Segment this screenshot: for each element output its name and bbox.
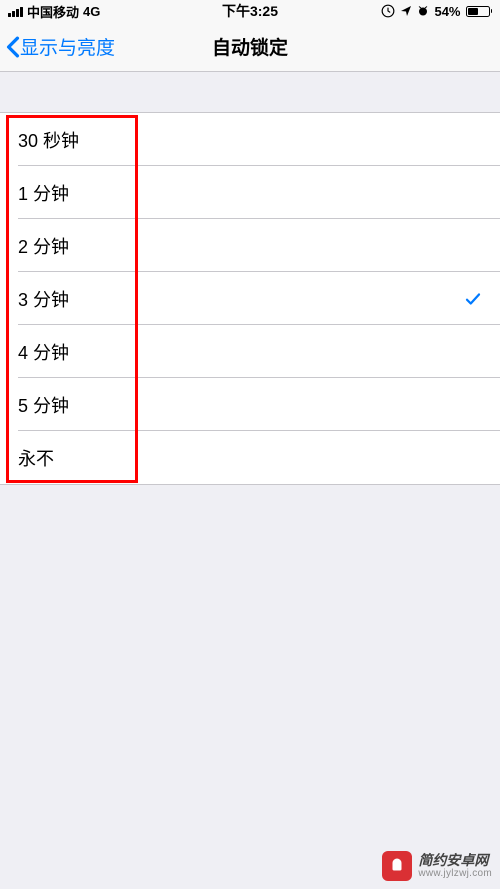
battery-percent: 54% — [434, 4, 460, 19]
status-left: 中国移动 4G — [8, 2, 100, 21]
status-bar: 中国移动 4G 下午3:25 54% — [0, 0, 500, 22]
alarm-icon — [417, 5, 429, 17]
option-row[interactable]: 2 分钟 — [0, 219, 500, 272]
page-title: 自动锁定 — [212, 33, 288, 60]
nav-bar: 显示与亮度 自动锁定 — [0, 22, 500, 72]
signal-icon — [8, 6, 23, 17]
option-row[interactable]: 3 分钟 — [0, 272, 500, 325]
options-list: 30 秒钟 1 分钟 2 分钟 3 分钟 4 分钟 5 分钟永不 — [0, 112, 500, 485]
status-right: 54% — [381, 4, 492, 19]
location-icon — [400, 5, 412, 17]
checkmark-icon — [464, 290, 482, 308]
battery-icon — [466, 6, 493, 17]
option-label: 30 秒钟 — [18, 127, 79, 153]
watermark-logo-icon — [382, 851, 412, 881]
option-row[interactable]: 1 分钟 — [0, 166, 500, 219]
watermark: 简约安卓网 www.jylzwj.com — [382, 851, 492, 881]
back-label: 显示与亮度 — [20, 33, 115, 60]
watermark-title: 简约安卓网 — [418, 853, 492, 868]
option-label: 2 分钟 — [18, 233, 69, 259]
option-label: 永不 — [18, 445, 54, 471]
option-row[interactable]: 30 秒钟 — [0, 113, 500, 166]
content: 30 秒钟 1 分钟 2 分钟 3 分钟 4 分钟 5 分钟永不 — [0, 112, 500, 485]
watermark-url: www.jylzwj.com — [418, 868, 492, 879]
chevron-left-icon — [6, 36, 20, 58]
carrier-label: 中国移动 — [27, 2, 79, 21]
back-button[interactable]: 显示与亮度 — [0, 33, 115, 60]
option-label: 1 分钟 — [18, 180, 69, 206]
lock-rotation-icon — [381, 4, 395, 18]
network-label: 4G — [83, 4, 100, 19]
status-time: 下午3:25 — [222, 1, 278, 21]
option-label: 4 分钟 — [18, 339, 69, 365]
option-row[interactable]: 永不 — [0, 431, 500, 484]
option-row[interactable]: 5 分钟 — [0, 378, 500, 431]
option-label: 5 分钟 — [18, 392, 69, 418]
option-label: 3 分钟 — [18, 286, 69, 312]
option-row[interactable]: 4 分钟 — [0, 325, 500, 378]
